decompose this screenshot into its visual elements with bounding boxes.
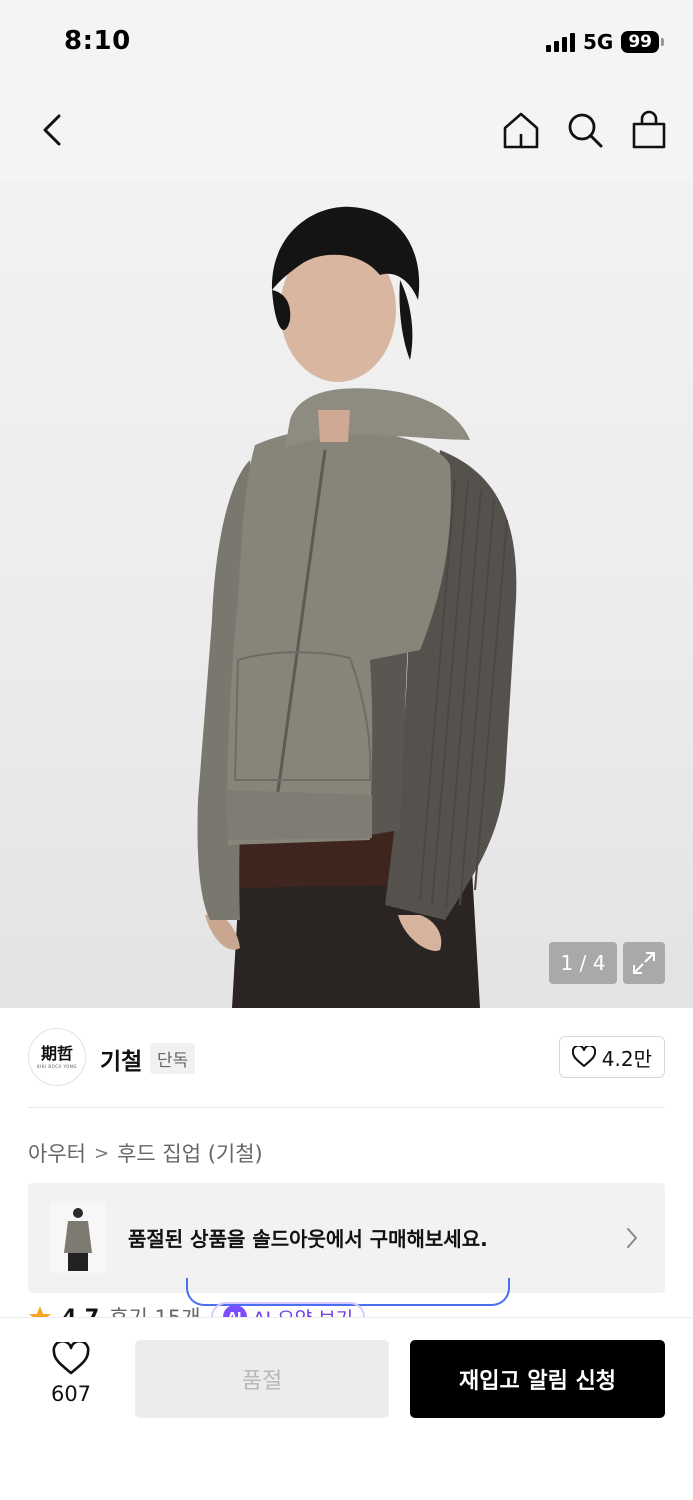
search-button[interactable] bbox=[563, 106, 607, 154]
battery-icon: 99 bbox=[621, 31, 664, 53]
brand-like-count: 4.2만 bbox=[601, 1046, 652, 1071]
battery-level: 99 bbox=[628, 32, 652, 52]
product-photo bbox=[197, 206, 517, 1008]
brand-logo[interactable]: 期哲 KIKI BOCA YONG bbox=[28, 1028, 86, 1086]
home-button[interactable] bbox=[499, 106, 543, 154]
soldout-banner[interactable]: 품절된 상품을 솔드아웃에서 구매해보세요. bbox=[28, 1183, 665, 1293]
brand-logo-text: 期哲 bbox=[40, 1043, 73, 1063]
bottom-action-bar: 607 품절 재입고 알림 신청 bbox=[0, 1318, 693, 1500]
cart-button[interactable] bbox=[627, 106, 671, 154]
status-indicators: 5G 99 bbox=[545, 30, 664, 54]
brand-logo-subtext: KIKI BOCA YONG bbox=[37, 1063, 77, 1069]
back-button[interactable] bbox=[30, 108, 74, 152]
network-type: 5G bbox=[582, 30, 614, 54]
nav-actions bbox=[499, 106, 671, 154]
wishlist-count: 607 bbox=[50, 1382, 92, 1406]
heart-icon bbox=[52, 1342, 90, 1375]
heart-icon bbox=[571, 1046, 596, 1067]
status-bar: 8:10 5G 99 bbox=[0, 0, 693, 88]
search-icon bbox=[568, 113, 603, 148]
breadcrumb: 아우터 > 후드 집업 (기철) bbox=[28, 1138, 263, 1168]
restock-alert-button[interactable]: 재입고 알림 신청 bbox=[410, 1340, 665, 1418]
soldout-button: 품절 bbox=[135, 1340, 389, 1418]
banner-text: 품절된 상품을 솔드아웃에서 구매해보세요. bbox=[128, 1227, 488, 1251]
brand-name[interactable]: 기철 bbox=[100, 1042, 142, 1076]
home-icon bbox=[503, 112, 539, 149]
exclusive-badge: 단독 bbox=[150, 1043, 196, 1074]
wishlist-button[interactable]: 607 bbox=[30, 1342, 112, 1422]
breadcrumb-separator: > bbox=[93, 1142, 110, 1164]
shopping-bag-icon bbox=[632, 110, 666, 149]
expand-icon bbox=[633, 952, 655, 974]
status-time: 8:10 bbox=[64, 26, 131, 56]
brand-like-button[interactable]: 4.2만 bbox=[558, 1036, 665, 1078]
image-counter: 1 / 4 bbox=[549, 942, 617, 984]
breadcrumb-category[interactable]: 아우터 bbox=[28, 1138, 86, 1168]
breadcrumb-subcategory[interactable]: 후드 집업 (기철) bbox=[117, 1138, 263, 1168]
product-image-carousel[interactable]: 1 / 4 bbox=[0, 180, 693, 1008]
divider bbox=[28, 1107, 665, 1108]
banner-thumbnail bbox=[50, 1203, 106, 1273]
brand-row: 期哲 KIKI BOCA YONG 기철 단독 4.2만 bbox=[28, 1028, 665, 1086]
expand-image-button[interactable] bbox=[623, 942, 665, 984]
top-nav-bar bbox=[0, 88, 693, 180]
chevron-left-icon bbox=[43, 114, 61, 146]
chevron-right-icon bbox=[627, 1228, 637, 1248]
signal-icon bbox=[545, 32, 575, 52]
